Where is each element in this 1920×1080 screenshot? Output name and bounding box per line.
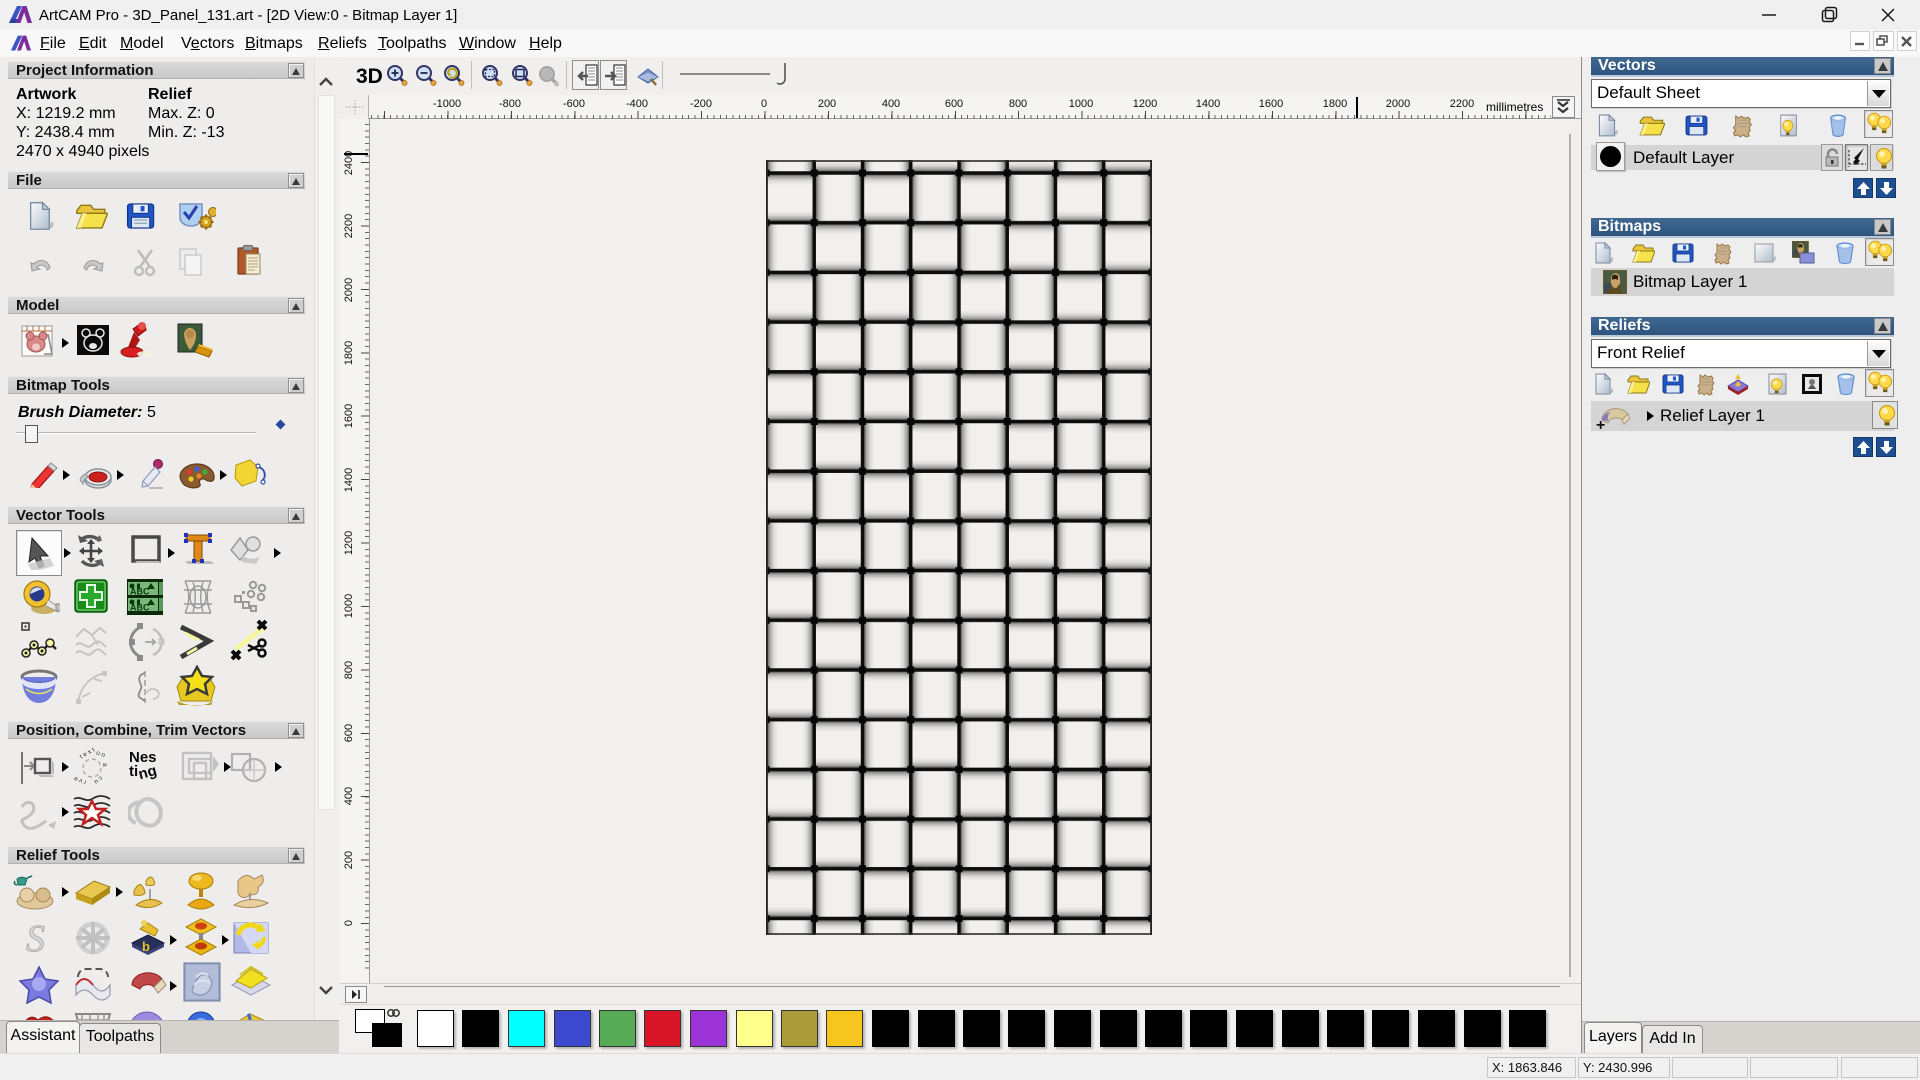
svg-text:ABC: ABC xyxy=(130,587,150,597)
svg-text:c u: c u xyxy=(92,774,103,785)
svg-text:o n: o n xyxy=(95,750,106,760)
svg-text:a: a xyxy=(101,762,109,768)
svg-text:r v e: r v e xyxy=(73,774,88,785)
svg-text:ABC: ABC xyxy=(130,603,150,613)
svg-text:b: b xyxy=(142,939,150,954)
svg-text:S: S xyxy=(26,919,45,959)
svg-text:+: + xyxy=(1596,417,1605,432)
